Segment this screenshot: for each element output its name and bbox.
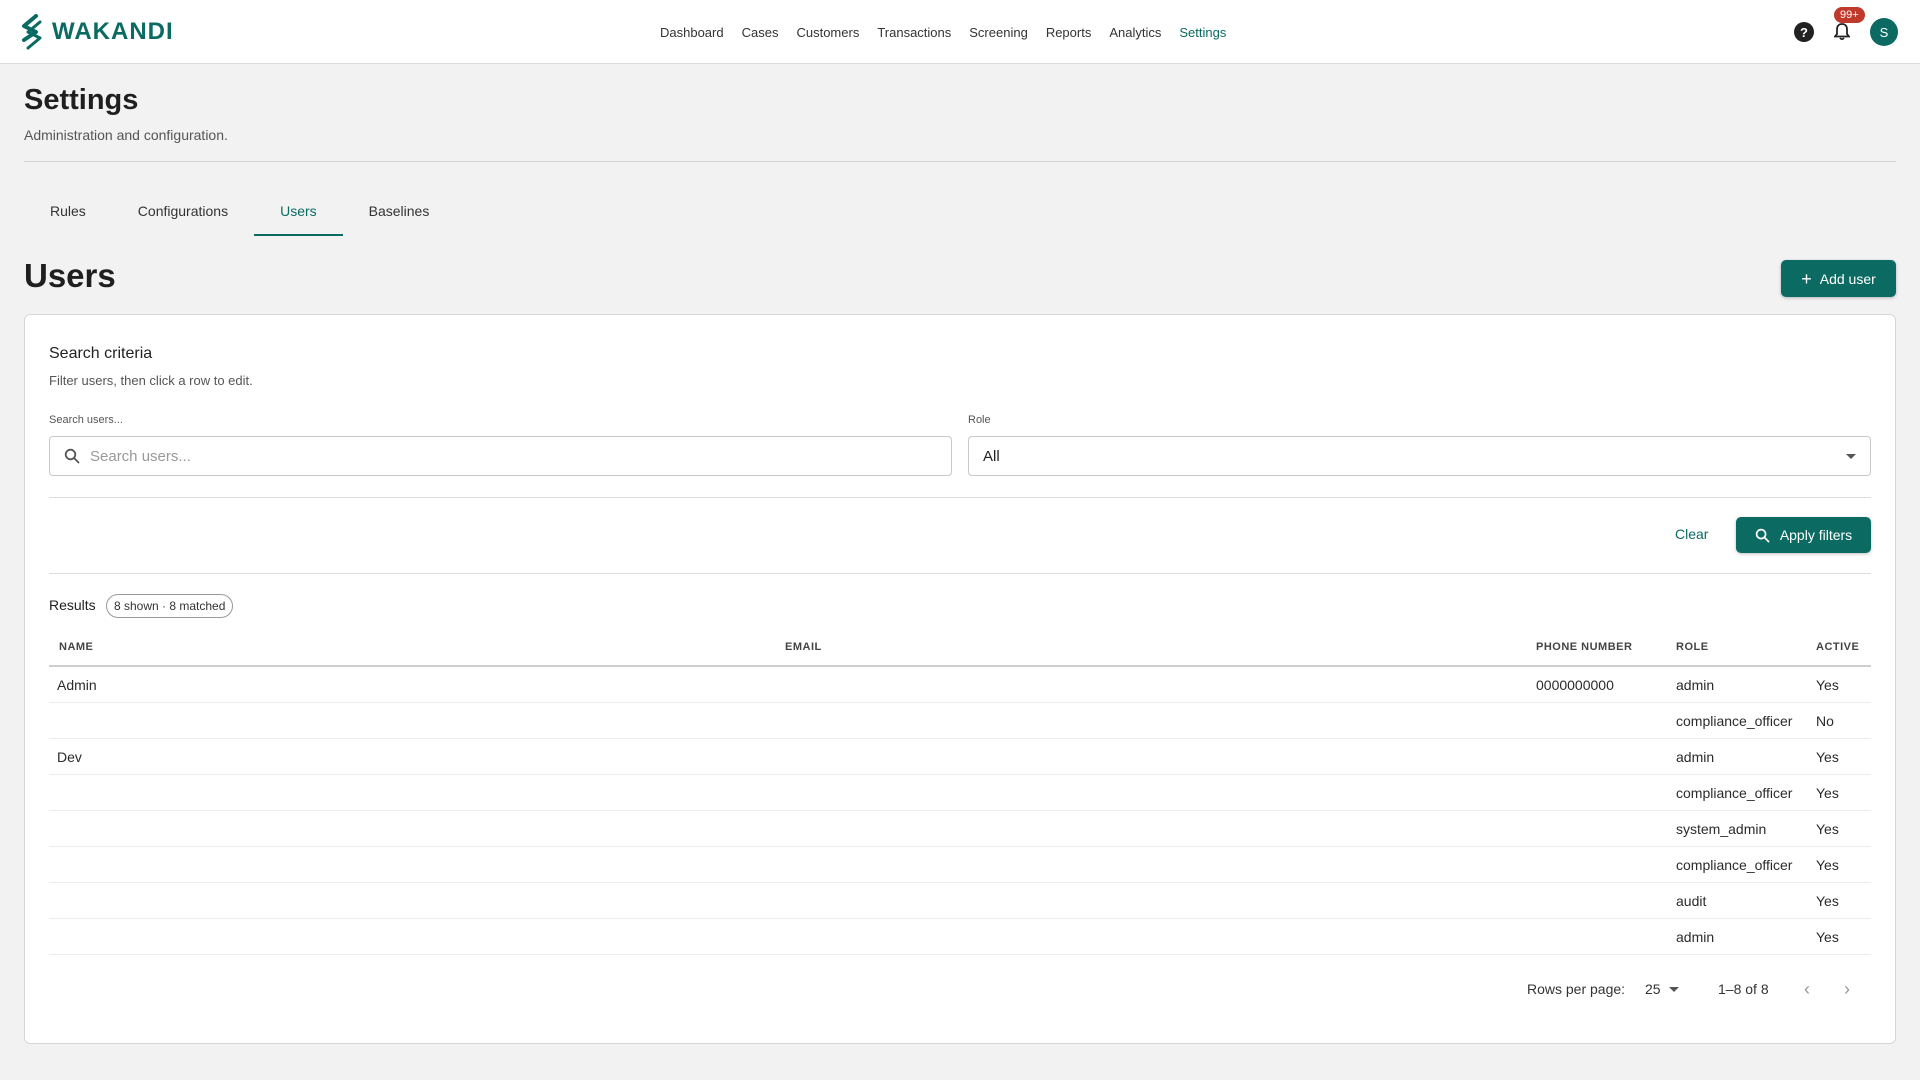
table-row[interactable]: admin Yes: [49, 919, 1871, 955]
main-nav: Dashboard Cases Customers Transactions Scree…: [660, 0, 1226, 64]
table-row[interactable]: Dev admin Yes: [49, 739, 1871, 775]
tab-users[interactable]: Users: [254, 190, 343, 236]
chevron-down-icon: [1846, 453, 1856, 459]
column-header-name[interactable]: NAME: [59, 641, 93, 653]
role-select[interactable]: All: [968, 436, 1871, 476]
tab-configurations[interactable]: Configurations: [112, 190, 254, 236]
role-select-value: All: [983, 447, 1000, 465]
results-count-chip: 8 shown · 8 matched: [106, 594, 234, 618]
cell-active: No: [1816, 713, 1834, 729]
clear-button[interactable]: Clear: [1675, 517, 1708, 551]
rows-per-page-select[interactable]: 25: [1645, 981, 1679, 997]
settings-tabs: Rules Configurations Users Baselines: [24, 190, 455, 236]
cell-role: compliance_officer: [1676, 713, 1793, 729]
wakandi-logo-icon: [22, 14, 42, 50]
column-header-email[interactable]: EMAIL: [785, 641, 822, 653]
table-header: NAME EMAIL PHONE NUMBER ROLE ACTIVE: [49, 629, 1871, 667]
divider: [24, 161, 1896, 162]
nav-item-dashboard[interactable]: Dashboard: [660, 25, 724, 40]
search-field: [49, 436, 952, 476]
bell-icon: [1834, 23, 1850, 41]
column-header-active[interactable]: ACTIVE: [1816, 641, 1859, 653]
divider: [49, 573, 1871, 574]
apply-filters-label: Apply filters: [1779, 527, 1853, 543]
cell-role: admin: [1676, 929, 1715, 945]
search-criteria-subtitle: Filter users, then click a row to edit.: [49, 373, 253, 388]
pagination-range: 1–8 of 8: [1718, 981, 1769, 997]
cell-active: Yes: [1816, 929, 1839, 945]
logo[interactable]: WAKANDI: [16, 14, 174, 50]
tab-rules[interactable]: Rules: [24, 190, 112, 236]
chevron-left-icon[interactable]: ‹: [1804, 979, 1810, 1000]
search-field-label: Search users...: [49, 414, 123, 426]
cell-role: admin: [1676, 677, 1715, 693]
help-icon[interactable]: ?: [1794, 22, 1814, 42]
cell-active: Yes: [1816, 749, 1839, 765]
add-user-button[interactable]: + Add user: [1781, 260, 1896, 297]
cell-active: Yes: [1816, 677, 1839, 693]
cell-phone: 0000000000: [1536, 677, 1614, 693]
rows-per-page-value: 25: [1645, 981, 1661, 997]
search-criteria-title: Search criteria: [49, 345, 153, 362]
nav-item-customers[interactable]: Customers: [796, 25, 859, 40]
top-navbar: WAKANDI Dashboard Cases Customers Transacti…: [0, 0, 1920, 64]
table-body: Admin 0000000000 admin Yes compliance_office…: [49, 667, 1871, 955]
cell-name: Admin: [57, 677, 97, 693]
nav-item-cases[interactable]: Cases: [742, 25, 779, 40]
column-header-phone[interactable]: PHONE NUMBER: [1536, 641, 1632, 653]
nav-item-transactions[interactable]: Transactions: [877, 25, 951, 40]
page-title: Settings: [24, 84, 139, 116]
nav-item-analytics[interactable]: Analytics: [1109, 25, 1161, 40]
cell-role: system_admin: [1676, 821, 1767, 837]
users-card: Search criteria Filter users, then click…: [24, 314, 1896, 1044]
results-label: Results: [49, 597, 96, 613]
column-header-role[interactable]: ROLE: [1676, 641, 1709, 653]
notification-badge: 99+: [1834, 7, 1865, 23]
cell-active: Yes: [1816, 821, 1839, 837]
apply-filters-button[interactable]: Apply filters: [1736, 517, 1871, 553]
table-row[interactable]: system_admin Yes: [49, 811, 1871, 847]
nav-item-settings[interactable]: Settings: [1179, 25, 1226, 40]
tab-baselines[interactable]: Baselines: [343, 190, 456, 236]
cell-role: audit: [1676, 893, 1707, 909]
search-input[interactable]: [90, 447, 910, 465]
add-user-label: Add user: [1819, 270, 1876, 287]
divider: [49, 497, 1871, 498]
cell-active: Yes: [1816, 857, 1839, 873]
table-row[interactable]: compliance_officer No: [49, 703, 1871, 739]
page-subtitle: Administration and configuration.: [24, 127, 228, 143]
table-row[interactable]: compliance_officer Yes: [49, 847, 1871, 883]
pagination: Rows per page: 25 1–8 of 8 ‹ ›: [25, 979, 1895, 1003]
cell-role: compliance_officer: [1676, 785, 1793, 801]
table-row[interactable]: audit Yes: [49, 883, 1871, 919]
chevron-down-icon: [1668, 986, 1679, 992]
user-avatar[interactable]: S: [1870, 18, 1898, 46]
users-section-title: Users: [24, 257, 116, 294]
notifications-button[interactable]: 99+: [1830, 7, 1865, 44]
nav-item-screening[interactable]: Screening: [969, 25, 1028, 40]
cell-active: Yes: [1816, 893, 1839, 909]
rows-per-page-label: Rows per page:: [1527, 981, 1626, 997]
chevron-right-icon[interactable]: ›: [1844, 979, 1850, 1000]
search-icon: [64, 448, 80, 464]
table-row[interactable]: Admin 0000000000 admin Yes: [49, 667, 1871, 703]
search-icon: [1755, 528, 1770, 542]
cell-role: compliance_officer: [1676, 857, 1793, 873]
role-field-label: Role: [968, 414, 991, 426]
nav-item-reports[interactable]: Reports: [1046, 25, 1092, 40]
table-row[interactable]: compliance_officer Yes: [49, 775, 1871, 811]
cell-active: Yes: [1816, 785, 1839, 801]
cell-name: Dev: [57, 749, 82, 765]
logo-text: WAKANDI: [52, 18, 174, 45]
plus-icon: +: [1801, 268, 1812, 289]
users-table: NAME EMAIL PHONE NUMBER ROLE ACTIVE Admi…: [49, 629, 1871, 955]
top-right-actions: ? 99+ S: [1794, 7, 1898, 50]
cell-role: admin: [1676, 749, 1715, 765]
